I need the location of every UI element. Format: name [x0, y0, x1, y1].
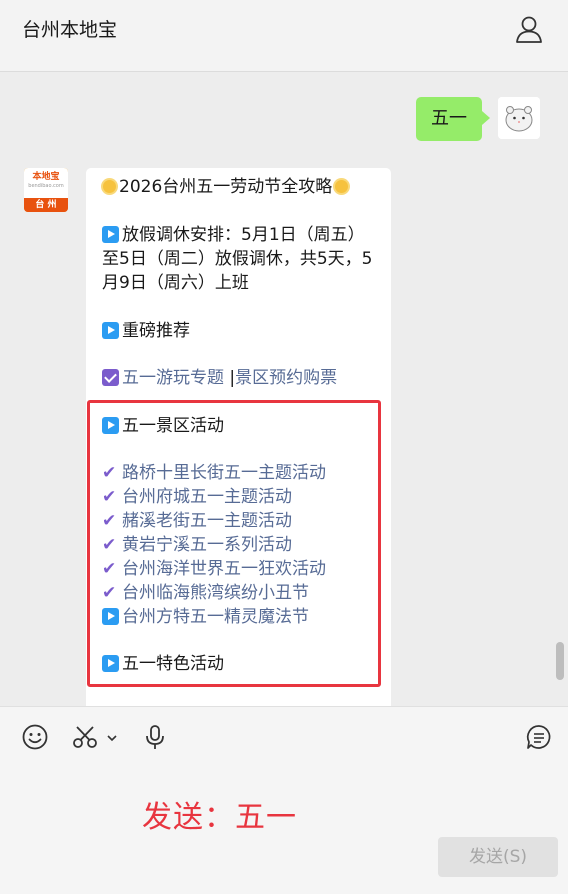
microphone-icon[interactable] — [141, 723, 169, 751]
check-icon: ✔ — [102, 511, 117, 531]
my-avatar[interactable] — [498, 97, 540, 139]
avatar-top: 本地宝 bendibao.com — [24, 168, 68, 198]
scenic-link[interactable]: 赭溪老街五一主题活动 — [122, 511, 292, 531]
user-profile-icon[interactable] — [514, 14, 544, 44]
checkbox-icon — [102, 369, 119, 386]
list-item[interactable]: 台州方特五一精灵魔法节 — [102, 605, 309, 629]
special-heading: 五一特色活动 — [122, 654, 224, 674]
play-icon — [102, 322, 119, 339]
chat-scrollbar[interactable] — [556, 642, 564, 680]
recommend-text: 重磅推荐 — [122, 321, 190, 341]
scenic-link[interactable]: 台州临海熊湾缤纷小丑节 — [122, 583, 309, 603]
scenic-link[interactable]: 台州方特五一精灵魔法节 — [122, 607, 309, 627]
sun-icon — [335, 180, 349, 193]
check-icon: ✔ — [102, 463, 117, 483]
sun-icon — [103, 180, 116, 193]
holiday-text: 放假调休安排：5月1日（周五） — [122, 225, 365, 245]
ticket-booking-link[interactable]: 景区预约购票 — [235, 368, 337, 388]
send-button[interactable]: 发送(S) — [438, 837, 558, 877]
scenic-heading: 五一景区活动 — [122, 416, 224, 436]
outgoing-message-bubble[interactable]: 五一 — [416, 97, 490, 141]
avatar-logo: 本地宝 — [32, 172, 60, 182]
list-item[interactable]: ✔ 台州海洋世界五一狂欢活动 — [102, 557, 326, 581]
list-item[interactable]: ✔ 台州府城五一主题活动 — [102, 485, 292, 509]
emoji-icon[interactable] — [21, 723, 49, 751]
scenic-link[interactable]: 台州府城五一主题活动 — [122, 487, 292, 507]
special-heading-line: 五一特色活动 — [102, 652, 224, 676]
holiday-line-1: 放假调休安排：5月1日（周五） — [102, 223, 365, 247]
play-icon — [102, 226, 119, 243]
tour-topic-link[interactable]: 五一游玩专题 — [122, 368, 224, 388]
chat-header: 台州本地宝 — [0, 0, 568, 72]
message-title-line: 2026台州五一劳动节全攻略 — [100, 175, 351, 199]
scenic-link[interactable]: 台州海洋世界五一狂欢活动 — [122, 559, 326, 579]
check-icon: ✔ — [102, 559, 117, 579]
link-separator: | — [224, 368, 236, 388]
chat-title: 台州本地宝 — [22, 19, 118, 41]
message-title: 2026台州五一劳动节全攻略 — [119, 177, 333, 197]
incoming-message-bubble: 2026台州五一劳动节全攻略 放假调休安排：5月1日（周五） 至5日（周二）放假… — [86, 168, 391, 706]
hamster-avatar-icon — [498, 97, 540, 139]
avatar-city: 台 州 — [24, 198, 68, 212]
scissors-icon[interactable] — [71, 723, 99, 751]
input-area[interactable]: 发送：五一 发送(S) — [0, 706, 568, 894]
list-item[interactable]: ✔ 台州临海熊湾缤纷小丑节 — [102, 581, 309, 605]
scenic-link[interactable]: 路桥十里长街五一主题活动 — [122, 463, 326, 483]
official-account-avatar[interactable]: 本地宝 bendibao.com 台 州 — [24, 168, 68, 212]
recommend-line: 重磅推荐 — [102, 319, 190, 343]
chat-area[interactable]: 五一 本地宝 bendibao.com 台 州 2026台州五一劳动节全攻略 放… — [0, 72, 568, 706]
links-line: 五一游玩专题 |景区预约购票 — [102, 366, 337, 390]
chat-history-icon[interactable] — [525, 723, 553, 751]
play-icon — [102, 608, 119, 625]
annotation-text: 发送：五一 — [142, 800, 297, 835]
avatar-url: bendibao.com — [28, 183, 64, 189]
list-item[interactable]: ✔ 黄岩宁溪五一系列活动 — [102, 533, 292, 557]
scenic-heading-line: 五一景区活动 — [102, 414, 224, 438]
list-item[interactable]: ✔ 路桥十里长街五一主题活动 — [102, 461, 326, 485]
check-icon: ✔ — [102, 487, 117, 507]
holiday-line-3: 月9日（周六）上班 — [102, 273, 249, 293]
play-icon — [102, 655, 119, 672]
list-item[interactable]: ✔ 赭溪老街五一主题活动 — [102, 509, 292, 533]
chevron-down-icon[interactable] — [106, 732, 118, 744]
play-icon — [102, 417, 119, 434]
holiday-line-2: 至5日（周二）放假调休，共5天，5 — [102, 249, 373, 269]
check-icon: ✔ — [102, 583, 117, 603]
check-icon: ✔ — [102, 535, 117, 555]
scenic-link[interactable]: 黄岩宁溪五一系列活动 — [122, 535, 292, 555]
